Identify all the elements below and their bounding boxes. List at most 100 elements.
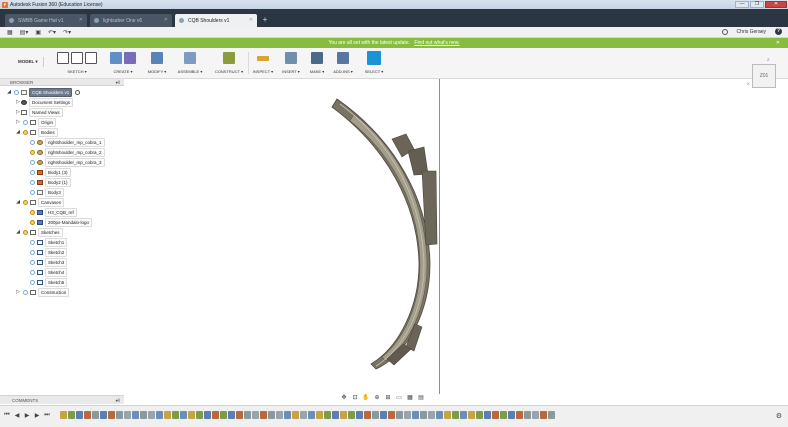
construct-menu[interactable]: CONSTRUCT ▾ (212, 69, 246, 74)
timeline-feature-icon[interactable] (516, 411, 523, 419)
timeline-feature-icon[interactable] (500, 411, 507, 419)
tree-item-sketch[interactable]: Sketch5 (28, 277, 68, 287)
timeline-feature-icon[interactable] (60, 411, 67, 419)
close-tab-icon[interactable]: ✕ (249, 17, 253, 23)
timeline-feature-icon[interactable] (244, 411, 251, 419)
help-icon[interactable]: ? (775, 28, 782, 35)
timeline-feature-icon[interactable] (220, 411, 227, 419)
save-icon[interactable]: ▣ (35, 29, 41, 36)
undo-icon[interactable]: ↶▾ (48, 29, 56, 36)
job-status-icon[interactable] (721, 28, 728, 35)
select-cursor-icon[interactable] (367, 51, 381, 65)
timeline-feature-icon[interactable] (316, 411, 323, 419)
timeline-feature-icon[interactable] (156, 411, 163, 419)
line-tool-icon[interactable] (71, 52, 83, 64)
browser-options-icon[interactable]: ●‖ (115, 79, 120, 86)
collapse-arrow-icon[interactable]: ◢ (6, 89, 12, 95)
minimize-button[interactable]: — (735, 1, 749, 8)
make-menu[interactable]: MAKE ▾ (306, 69, 328, 74)
scripts-addins-icon[interactable] (337, 52, 349, 64)
timeline-feature-icon[interactable] (548, 411, 555, 419)
timeline-feature-icon[interactable] (188, 411, 195, 419)
timeline-feature-icon[interactable] (308, 411, 315, 419)
timeline-feature-icon[interactable] (180, 411, 187, 419)
visibility-bulb-icon[interactable] (23, 119, 28, 125)
visibility-bulb-icon[interactable] (30, 189, 35, 195)
activate-component-icon[interactable] (75, 89, 81, 95)
visibility-bulb-icon[interactable] (30, 219, 35, 225)
timeline-feature-icon[interactable] (228, 411, 235, 419)
close-tab-icon[interactable]: ✕ (164, 17, 168, 23)
timeline-feature-icon[interactable] (428, 411, 435, 419)
tab-swbb-game-hat[interactable]: SWBB Game Hat v1 ✕ (5, 14, 87, 27)
pan-icon[interactable]: ✋ (362, 395, 370, 402)
timeline-feature-icon[interactable] (108, 411, 115, 419)
timeline-feature-icon[interactable] (260, 411, 267, 419)
timeline-track[interactable] (60, 411, 555, 419)
timeline-feature-icon[interactable] (212, 411, 219, 419)
tree-item-canvas[interactable]: H3_CQB_ref (28, 207, 77, 217)
timeline-feature-icon[interactable] (412, 411, 419, 419)
file-menu-icon[interactable]: ▤▾ (20, 29, 29, 36)
visibility-bulb-icon[interactable] (30, 279, 35, 285)
tree-item-construction[interactable]: ▷ Construction (15, 287, 70, 297)
look-at-icon[interactable]: ⊡ (351, 395, 359, 402)
tree-item-origin[interactable]: ▷ Origin (15, 117, 57, 127)
insert-image-icon[interactable] (285, 52, 297, 64)
tree-item-sketches[interactable]: ◢ Sketches (15, 227, 63, 237)
timeline-feature-icon[interactable] (76, 411, 83, 419)
tree-item-sketch[interactable]: Sketch4 (28, 267, 68, 277)
shoulder-armor-model[interactable] (124, 79, 788, 394)
timeline-settings-icon[interactable]: ⚙ (776, 412, 782, 420)
orbit-icon[interactable]: ✥ (340, 395, 348, 402)
tree-item-sketch[interactable]: Sketch3 (28, 257, 68, 267)
inspect-menu[interactable]: INSPECT ▾ (252, 69, 274, 74)
redo-icon[interactable]: ↷▾ (63, 29, 71, 36)
timeline-feature-icon[interactable] (380, 411, 387, 419)
visibility-bulb-icon[interactable] (30, 209, 35, 215)
tree-root[interactable]: ◢ CQB Shoulders v1 (6, 87, 81, 97)
timeline-feature-icon[interactable] (68, 411, 75, 419)
timeline-feature-icon[interactable] (284, 411, 291, 419)
go-to-end-icon[interactable]: ⏭ (44, 412, 50, 419)
timeline-feature-icon[interactable] (132, 411, 139, 419)
visibility-bulb-icon[interactable] (30, 269, 35, 275)
expand-arrow-icon[interactable]: ▷ (15, 119, 21, 125)
timeline-feature-icon[interactable] (436, 411, 443, 419)
timeline-feature-icon[interactable] (468, 411, 475, 419)
create-group[interactable]: CREATE ▾ (108, 50, 138, 77)
construct-group[interactable]: CONSTRUCT ▾ (212, 50, 246, 77)
new-tab-button[interactable]: + (260, 15, 270, 25)
rectangle-tool-icon[interactable] (85, 52, 97, 64)
tree-item-body[interactable]: rightshoulder_mp_cobra_2 (28, 147, 105, 157)
step-back-icon[interactable]: ◀ (14, 412, 20, 419)
timeline-feature-icon[interactable] (356, 411, 363, 419)
go-to-start-icon[interactable]: ⏮ (4, 412, 10, 419)
visibility-bulb-icon[interactable] (30, 259, 35, 265)
viewports-icon[interactable]: ▤ (417, 395, 425, 402)
extrude-icon[interactable] (110, 52, 122, 64)
close-banner-icon[interactable]: ✕ (776, 38, 780, 48)
timeline-feature-icon[interactable] (84, 411, 91, 419)
visibility-bulb-icon[interactable] (14, 89, 19, 95)
press-pull-icon[interactable] (151, 52, 163, 64)
collapse-arrow-icon[interactable]: ◢ (15, 199, 21, 205)
play-icon[interactable]: ▶ (24, 412, 30, 419)
display-settings-icon[interactable]: ▭ (395, 395, 403, 402)
close-window-button[interactable]: ✕ (765, 1, 787, 8)
3d-viewport[interactable] (124, 79, 788, 407)
maximize-button[interactable]: ❐ (750, 1, 764, 8)
timeline-feature-icon[interactable] (420, 411, 427, 419)
timeline-feature-icon[interactable] (276, 411, 283, 419)
tree-item-canvases[interactable]: ◢ Canvases (15, 197, 65, 207)
timeline-feature-icon[interactable] (148, 411, 155, 419)
modify-menu[interactable]: MODIFY ▾ (146, 69, 168, 74)
timeline-feature-icon[interactable] (540, 411, 547, 419)
visibility-bulb-icon[interactable] (23, 289, 28, 295)
offset-plane-icon[interactable] (223, 52, 235, 64)
timeline-feature-icon[interactable] (100, 411, 107, 419)
visibility-bulb-icon[interactable] (30, 169, 35, 175)
timeline-feature-icon[interactable] (124, 411, 131, 419)
comments-panel[interactable]: COMMENTS ●‖ (0, 395, 124, 404)
select-menu[interactable]: SELECT ▾ (362, 69, 386, 74)
